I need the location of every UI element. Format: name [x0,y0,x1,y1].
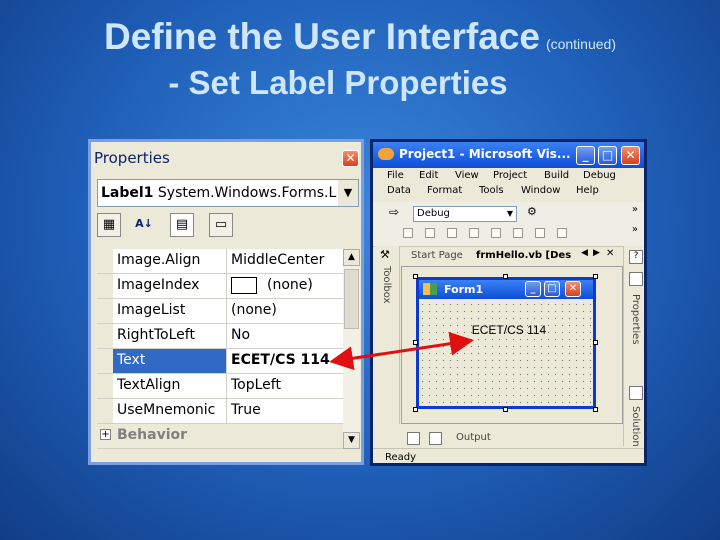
arrow-line [329,331,474,371]
annotation-arrow [329,331,474,371]
